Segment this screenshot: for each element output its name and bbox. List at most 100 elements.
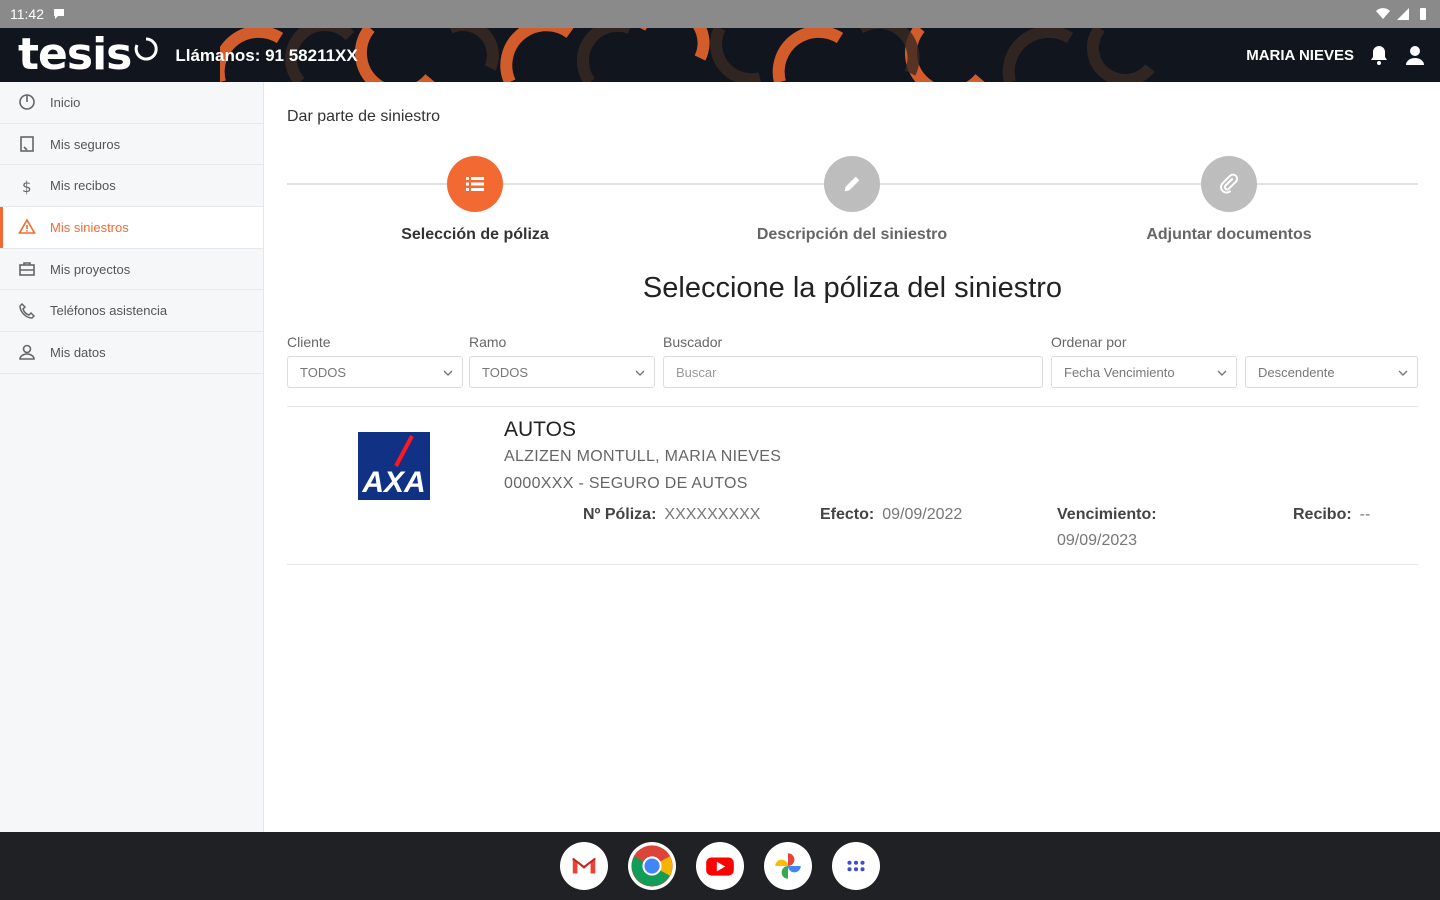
app-header: tesis Llámanos: 91 58211XX MARIA NIEVES — [0, 28, 1440, 82]
user-name[interactable]: MARIA NIEVES — [1246, 47, 1354, 64]
sidebar-item-label: Mis proyectos — [50, 261, 131, 277]
select-value: Fecha Vencimiento — [1064, 364, 1175, 380]
page-title: Dar parte de siniestro — [287, 108, 440, 125]
pencil-icon — [824, 156, 880, 212]
wifi-icon — [1376, 8, 1390, 19]
select-value: TODOS — [300, 364, 346, 380]
divider — [287, 406, 1418, 407]
step-seleccion-poliza[interactable]: Selección de póliza — [325, 156, 625, 244]
sidebar-item-label: Mis siniestros — [50, 219, 129, 235]
status-icons — [1376, 7, 1430, 21]
step-descripcion-siniestro[interactable]: Descripción del siniestro — [702, 156, 1002, 244]
policy-number-label: Nº Póliza: — [583, 506, 657, 523]
policy-product: 0000XXX - SEGURO DE AUTOS — [504, 475, 748, 492]
step-label: Descripción del siniestro — [756, 226, 948, 243]
chevron-down-icon — [1217, 370, 1227, 376]
section-title: Seleccione la póliza del siniestro — [642, 272, 1063, 304]
list-icon — [447, 156, 503, 212]
photos-icon[interactable] — [764, 842, 812, 890]
header-user-area: MARIA NIEVES — [1246, 28, 1426, 82]
warning-icon — [18, 218, 36, 236]
sidebar-item-inicio[interactable]: Inicio — [0, 82, 263, 124]
phone-icon — [18, 302, 36, 320]
policy-recibo: Recibo: -- — [1293, 506, 1370, 524]
sidebar-item-telefonos-asistencia[interactable]: Teléfonos asistencia — [0, 290, 263, 333]
vencimiento-value: 09/09/2023 — [1057, 532, 1138, 549]
chrome-icon[interactable] — [628, 842, 676, 890]
sidebar-item-mis-proyectos[interactable]: Mis proyectos — [0, 249, 263, 291]
select-value: Descendente — [1258, 364, 1335, 380]
main-content: Dar parte de siniestro Selección de póli… — [265, 82, 1440, 832]
policy-number-value: XXXXXXXXX — [664, 506, 761, 523]
dollar-icon: $ — [18, 177, 36, 195]
header-decoration — [220, 28, 1155, 82]
recibo-value: -- — [1359, 506, 1371, 523]
document-icon — [18, 135, 36, 153]
efecto-label: Efecto: — [820, 506, 875, 523]
youtube-icon[interactable] — [696, 842, 744, 890]
app-logo[interactable]: tesis — [0, 28, 159, 82]
sidebar-item-mis-datos[interactable]: Mis datos — [0, 332, 263, 374]
user-icon — [18, 343, 36, 361]
sidebar-item-label: Mis recibos — [50, 178, 116, 194]
search-input[interactable]: Buscar — [663, 356, 1043, 388]
filter-label: Ordenar por — [1051, 334, 1127, 350]
efecto-value: 09/09/2022 — [882, 506, 963, 523]
vencimiento-label: Vencimiento: — [1057, 506, 1157, 523]
policy-number: Nº Póliza: XXXXXXXXX — [583, 506, 760, 524]
filter-label: Cliente — [287, 334, 331, 350]
filters: Cliente TODOS Ramo TODOS Buscador Buscar… — [287, 334, 1418, 394]
search-placeholder: Buscar — [676, 364, 717, 380]
filter-ordenar: Ordenar por Fecha Vencimiento — [1051, 334, 1237, 388]
filter-label-empty — [1245, 334, 1418, 354]
filter-cliente: Cliente TODOS — [287, 334, 463, 388]
sidebar-item-label: Mis seguros — [50, 136, 121, 152]
sidebar-item-label: Mis datos — [50, 344, 106, 360]
policy-vencimiento: Vencimiento: 09/09/2023 — [1057, 506, 1165, 550]
sidebar-item-mis-siniestros[interactable]: Mis siniestros — [0, 207, 263, 249]
recibo-label: Recibo: — [1293, 506, 1352, 523]
logo-swirl-icon — [135, 37, 158, 61]
order-direction-select[interactable]: Descendente — [1245, 356, 1418, 388]
filter-label: Ramo — [469, 334, 507, 350]
divider — [287, 564, 1418, 565]
policy-type: AUTOS — [504, 418, 576, 441]
step-adjuntar-documentos[interactable]: Adjuntar documentos — [1079, 156, 1379, 244]
bell-icon[interactable] — [1368, 44, 1390, 66]
message-icon — [54, 9, 64, 19]
chevron-down-icon — [1398, 370, 1408, 376]
svg-text:$: $ — [22, 178, 32, 195]
app-drawer-icon[interactable] — [832, 842, 880, 890]
sidebar-item-label: Teléfonos asistencia — [50, 303, 168, 319]
cliente-select[interactable]: TODOS — [287, 356, 463, 388]
filter-ramo: Ramo TODOS — [469, 334, 655, 388]
policy-holder: ALZIZEN MONTULL, MARIA NIEVES — [504, 448, 782, 465]
phone-label: Llámanos: 91 58211XX — [175, 46, 358, 65]
chevron-down-icon — [443, 370, 453, 376]
sidebar-item-mis-seguros[interactable]: Mis seguros — [0, 124, 263, 166]
select-value: TODOS — [482, 364, 528, 380]
gmail-icon[interactable] — [560, 842, 608, 890]
status-bar: 11:42 — [0, 0, 1440, 28]
ramo-select[interactable]: TODOS — [469, 356, 655, 388]
logo-text: tesis — [18, 29, 132, 80]
step-label: Selección de póliza — [401, 226, 549, 243]
step-label: Adjuntar documentos — [1146, 226, 1312, 243]
sidebar-item-mis-recibos[interactable]: $ Mis recibos — [0, 165, 263, 208]
policy-card[interactable]: AXA AUTOS ALZIZEN MONTULL, MARIA NIEVES … — [287, 408, 1418, 566]
policy-efecto: Efecto: 09/09/2022 — [820, 506, 962, 524]
signal-icon — [1397, 8, 1409, 20]
pie-chart-icon — [18, 93, 36, 111]
app-dock — [0, 832, 1440, 900]
order-by-select[interactable]: Fecha Vencimiento — [1051, 356, 1237, 388]
paperclip-icon — [1201, 156, 1257, 212]
filter-buscador: Buscador Buscar — [663, 334, 1043, 388]
filter-label: Buscador — [663, 334, 723, 350]
chevron-down-icon — [635, 370, 645, 376]
filter-direction: Descendente — [1245, 334, 1418, 388]
battery-icon — [1420, 8, 1426, 20]
sidebar-item-label: Inicio — [50, 94, 81, 110]
user-icon[interactable] — [1404, 44, 1426, 66]
stepper: Selección de póliza Descripción del sini… — [287, 154, 1418, 254]
status-time: 11:42 — [10, 6, 44, 22]
